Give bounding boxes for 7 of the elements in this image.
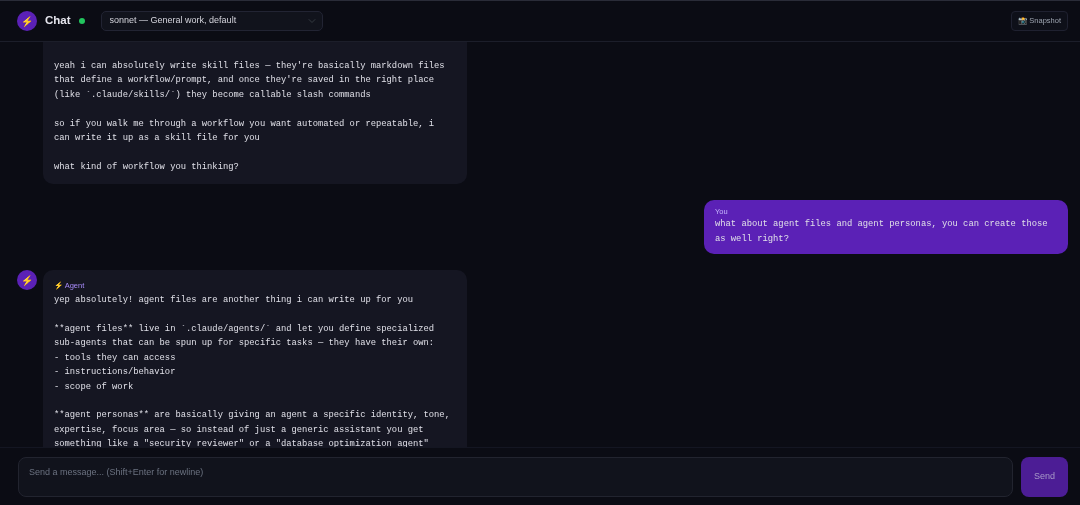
message-input[interactable]: Send a message... (Shift+Enter for newline) bbox=[18, 457, 1013, 497]
logo-icon: ⚡ bbox=[17, 11, 37, 31]
app-title: Chat bbox=[45, 13, 71, 29]
message-text: yeah i can absolutely write skill files — they're basically markdown files that define a workflow/prompt, and once they're saved in the right place (like `.claude/skills/`) they become callable slash commands so if you walk me through a workflow you want automated or repeatable, i can write it up as a skill file for you what kind of workflow you thinking? bbox=[54, 60, 446, 174]
message-text: what about agent files and agent personas, you can create those as well right? bbox=[715, 218, 1049, 246]
agent-avatar: ⚡ bbox=[17, 270, 37, 291]
model-select[interactable]: sonnet — General work, default bbox=[100, 11, 323, 31]
